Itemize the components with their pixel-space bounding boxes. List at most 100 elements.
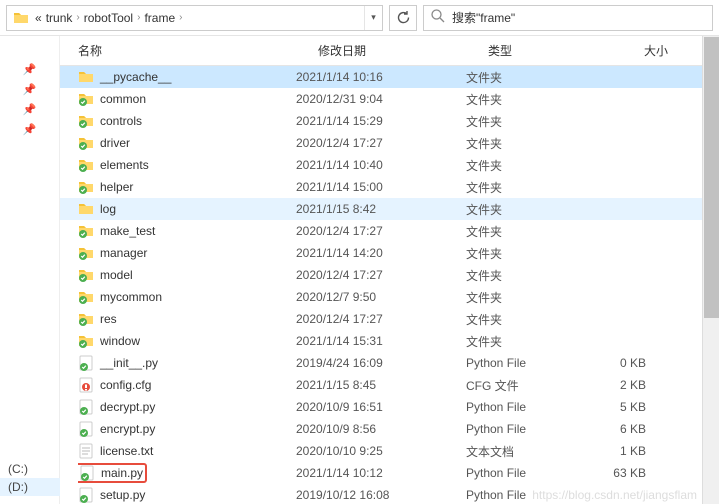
file-name: mycommon [100,290,162,304]
file-name: res [100,312,117,326]
file-row[interactable]: window2021/1/14 15:31文件夹 [60,330,719,352]
scrollbar-thumb[interactable] [704,37,719,318]
file-name: common [100,92,146,106]
file-type: 文件夹 [466,157,586,174]
file-size: 63 KB [586,466,646,480]
folder-badge-icon [78,135,94,151]
file-row[interactable]: model2020/12/4 17:27文件夹 [60,264,719,286]
file-name: elements [100,158,149,172]
file-row[interactable]: manager2021/1/14 14:20文件夹 [60,242,719,264]
file-type: 文件夹 [466,289,586,306]
file-date: 2020/10/9 16:51 [296,400,466,414]
file-row[interactable]: main.py2021/1/14 10:12Python File63 KB [60,462,719,484]
file-row[interactable]: make_test2020/12/4 17:27文件夹 [60,220,719,242]
column-header-name[interactable]: 名称 [78,42,318,59]
folder-badge-icon [78,179,94,195]
file-name: setup.py [100,488,145,502]
file-size: 1 KB [586,444,646,458]
search-input[interactable]: 搜索"frame" [423,5,713,31]
file-type: Python File [466,400,586,414]
file-date: 2021/1/14 10:12 [296,466,466,480]
file-name: decrypt.py [100,400,155,414]
address-bar[interactable]: « trunk › robotTool › frame › ▾ [6,5,383,31]
file-size: 5 KB [586,400,646,414]
file-type: 文本文档 [466,443,586,460]
file-row[interactable]: elements2021/1/14 10:40文件夹 [60,154,719,176]
txt-icon [78,443,94,459]
file-row[interactable]: driver2020/12/4 17:27文件夹 [60,132,719,154]
breadcrumb-part[interactable]: robotTool [84,11,133,25]
file-type: 文件夹 [466,333,586,350]
file-row[interactable]: helper2021/1/14 15:00文件夹 [60,176,719,198]
file-row[interactable]: res2020/12/4 17:27文件夹 [60,308,719,330]
breadcrumb-part[interactable]: trunk [46,11,73,25]
pin-icon[interactable]: 📌 [23,62,37,76]
file-row[interactable]: setup.py 2019/10/12 16:08Python File [60,484,719,504]
file-date: 2019/10/12 16:08 [296,488,466,502]
py-icon [78,487,94,503]
folder-badge-icon [78,91,94,107]
file-row[interactable]: decrypt.py 2020/10/9 16:51Python File5 KB [60,396,719,418]
folder-badge-icon [78,311,94,327]
column-header-size[interactable]: 大小 [608,42,668,59]
file-date: 2021/1/14 10:16 [296,70,466,84]
file-date: 2021/1/15 8:45 [296,378,466,392]
file-date: 2020/10/10 9:25 [296,444,466,458]
pin-icon[interactable]: 📌 [23,82,37,96]
drive-item[interactable]: (C:) [0,460,60,478]
breadcrumb-prefix: « [35,11,42,25]
file-name: controls [100,114,142,128]
file-type: 文件夹 [466,113,586,130]
file-type: 文件夹 [466,223,586,240]
py-icon [78,421,94,437]
file-row[interactable]: mycommon2020/12/7 9:50文件夹 [60,286,719,308]
file-date: 2021/1/14 14:20 [296,246,466,260]
folder-badge-icon [78,113,94,129]
file-type: 文件夹 [466,91,586,108]
file-type: 文件夹 [466,69,586,86]
folder-icon [11,8,31,28]
file-date: 2021/1/14 15:29 [296,114,466,128]
file-date: 2021/1/15 8:42 [296,202,466,216]
cfg-icon [78,377,94,393]
file-rows: __pycache__2021/1/14 10:16文件夹common2020/… [60,66,719,504]
file-name: manager [100,246,147,260]
file-row[interactable]: controls 2021/1/14 15:29文件夹 [60,110,719,132]
column-header-date[interactable]: 修改日期 [318,42,488,59]
file-row[interactable]: encrypt.py2020/10/9 8:56Python File6 KB [60,418,719,440]
file-size: 6 KB [586,422,646,436]
file-name: encrypt.py [100,422,155,436]
breadcrumb-part[interactable]: frame [144,11,175,25]
file-name: driver [100,136,130,150]
file-type: Python File [466,356,586,370]
pin-icon[interactable]: 📌 [23,122,37,136]
chevron-down-icon[interactable]: ▾ [364,6,382,30]
highlight-box: main.py [78,463,147,483]
refresh-button[interactable] [389,5,417,31]
file-date: 2020/12/4 17:27 [296,136,466,150]
file-date: 2020/10/9 8:56 [296,422,466,436]
file-list-pane: 名称 修改日期 类型 大小 __pycache__2021/1/14 10:16… [60,36,719,504]
folder-badge-icon [78,289,94,305]
pin-icon[interactable]: 📌 [23,102,37,116]
file-name: model [100,268,133,282]
py-icon [78,399,94,415]
file-date: 2021/1/14 15:00 [296,180,466,194]
file-row[interactable]: common2020/12/31 9:04文件夹 [60,88,719,110]
file-row[interactable]: config.cfg2021/1/15 8:45CFG 文件2 KB [60,374,719,396]
column-header-type[interactable]: 类型 [488,42,608,59]
file-row[interactable]: license.txt2020/10/10 9:25文本文档1 KB [60,440,719,462]
breadcrumb[interactable]: « trunk › robotTool › frame › [35,11,364,25]
file-type: Python File [466,488,586,502]
folder-badge-icon [78,223,94,239]
file-row[interactable]: log2021/1/15 8:42文件夹 [60,198,719,220]
file-row[interactable]: __init__.py2019/4/24 16:09Python File0 K… [60,352,719,374]
main-area: 📌 📌 📌 📌 (C:) (D:) 名称 修改日期 类型 大小 __pycach… [0,36,719,504]
file-row[interactable]: __pycache__2021/1/14 10:16文件夹 [60,66,719,88]
file-name: config.cfg [100,378,151,392]
folder-badge-icon [78,157,94,173]
scrollbar[interactable] [702,36,719,504]
file-date: 2020/12/4 17:27 [296,312,466,326]
file-date: 2020/12/4 17:27 [296,224,466,238]
drive-item[interactable]: (D:) [0,478,60,496]
